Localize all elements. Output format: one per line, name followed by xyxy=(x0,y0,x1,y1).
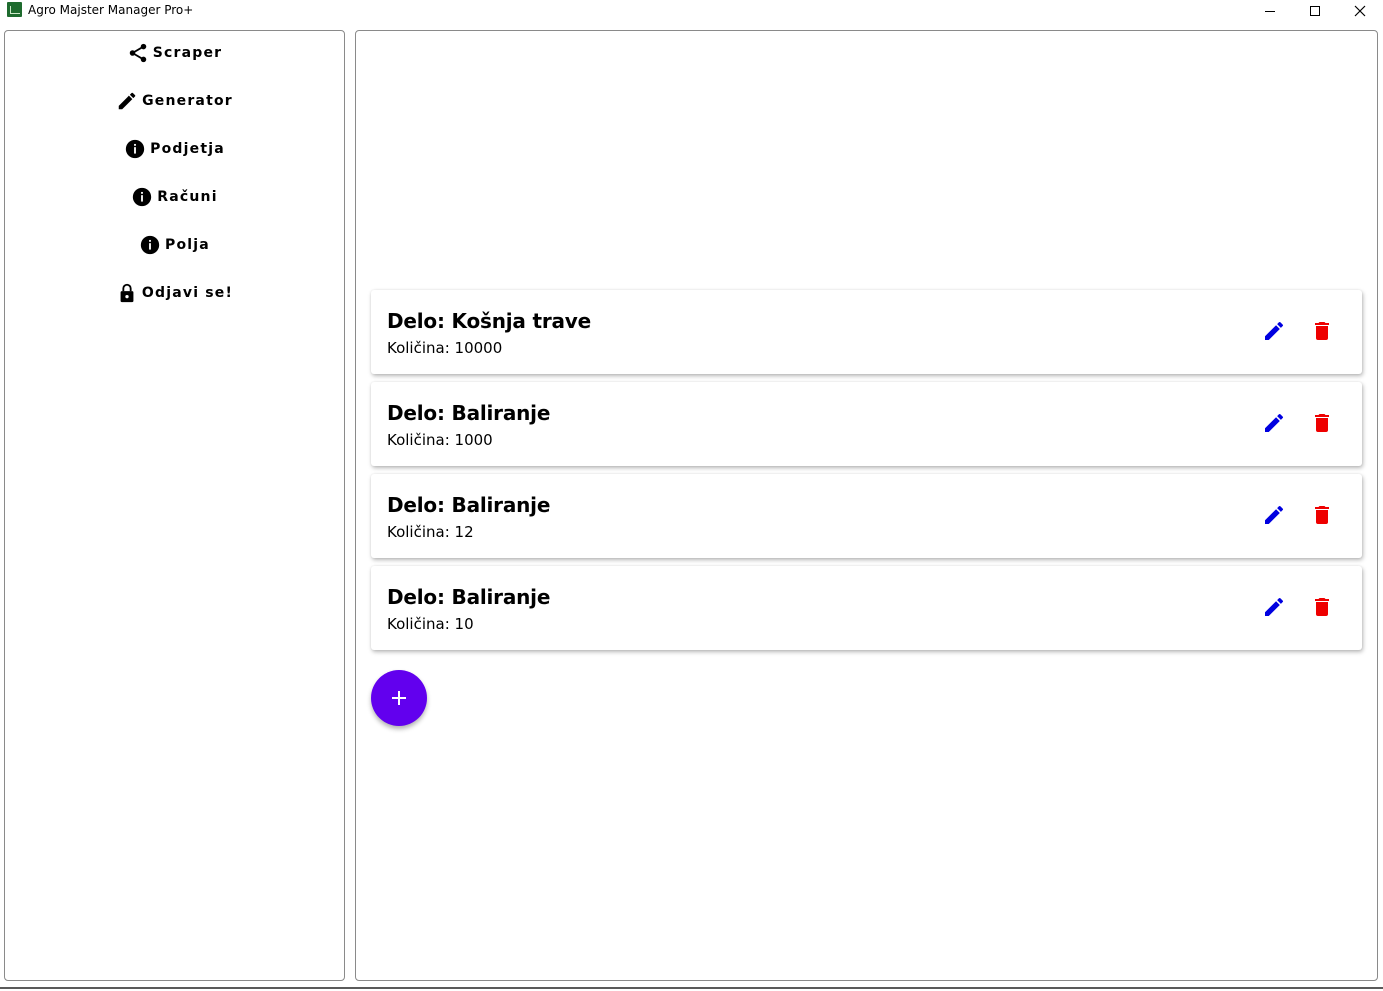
bottom-divider xyxy=(0,987,1383,989)
trash-icon xyxy=(1315,322,1329,340)
card-quantity: Količina: 10000 xyxy=(387,339,503,357)
pencil-icon xyxy=(1265,597,1284,616)
trash-icon xyxy=(1315,414,1329,432)
card-title: Delo: Baliranje xyxy=(387,493,551,517)
work-card: Delo: Baliranje Količina: 1000 xyxy=(371,382,1362,466)
add-work-button[interactable] xyxy=(371,670,427,726)
close-icon xyxy=(1354,5,1365,17)
work-card: Delo: Baliranje Količina: 12 xyxy=(371,474,1362,558)
delete-button[interactable] xyxy=(1309,502,1335,528)
title-bar: Agro Majster Manager Pro+ xyxy=(0,0,1383,22)
work-card: Delo: Baliranje Količina: 10 xyxy=(371,566,1362,650)
sidebar-item-label: Polja xyxy=(165,237,210,253)
share-icon xyxy=(127,42,149,64)
pencil-icon xyxy=(1265,505,1284,524)
plus-icon xyxy=(392,691,406,705)
maximize-icon xyxy=(1309,6,1320,16)
edit-button[interactable] xyxy=(1261,594,1287,620)
info-icon xyxy=(124,138,146,160)
sidebar-item-label: Podjetja xyxy=(150,141,225,157)
close-button[interactable] xyxy=(1337,0,1382,22)
sidebar-item-label: Odjavi se! xyxy=(141,285,234,301)
lock-icon xyxy=(116,282,138,304)
sidebar-item-racuni[interactable]: Računi xyxy=(5,182,344,212)
info-icon xyxy=(139,234,161,256)
edit-button[interactable] xyxy=(1261,318,1287,344)
card-quantity: Količina: 10 xyxy=(387,615,474,633)
edit-button[interactable] xyxy=(1261,410,1287,436)
card-title: Delo: Baliranje xyxy=(387,585,551,609)
pencil-icon xyxy=(1265,413,1284,432)
info-icon xyxy=(131,186,153,208)
sidebar-item-label: Scraper xyxy=(152,45,223,61)
minimize-button[interactable] xyxy=(1247,0,1292,22)
sidebar-item-podjetja[interactable]: Podjetja xyxy=(5,134,344,164)
window-title: Agro Majster Manager Pro+ xyxy=(28,3,194,17)
main-panel: Delo: Košnja trave Količina: 10000 Delo:… xyxy=(355,30,1378,981)
card-title: Delo: Košnja trave xyxy=(387,309,591,333)
pencil-icon xyxy=(1265,321,1284,340)
sidebar: Scraper Generator Podjetja Računi Polja … xyxy=(4,30,345,981)
maximize-button[interactable] xyxy=(1292,0,1337,22)
trash-icon xyxy=(1315,506,1329,524)
trash-icon xyxy=(1315,598,1329,616)
sidebar-item-logout[interactable]: Odjavi se! xyxy=(5,278,344,308)
sidebar-item-label: Generator xyxy=(142,93,233,109)
sidebar-item-label: Računi xyxy=(157,189,218,205)
sidebar-item-scraper[interactable]: Scraper xyxy=(5,38,344,68)
delete-button[interactable] xyxy=(1309,318,1335,344)
delete-button[interactable] xyxy=(1309,410,1335,436)
work-card: Delo: Košnja trave Količina: 10000 xyxy=(371,290,1362,374)
card-quantity: Količina: 12 xyxy=(387,523,474,541)
edit-button[interactable] xyxy=(1261,502,1287,528)
sidebar-item-polja[interactable]: Polja xyxy=(5,230,344,260)
pencil-icon xyxy=(116,90,138,112)
card-quantity: Količina: 1000 xyxy=(387,431,493,449)
minimize-icon xyxy=(1264,10,1275,12)
sidebar-item-generator[interactable]: Generator xyxy=(5,86,344,116)
delete-button[interactable] xyxy=(1309,594,1335,620)
card-title: Delo: Baliranje xyxy=(387,401,551,425)
app-logo-icon xyxy=(7,2,22,17)
